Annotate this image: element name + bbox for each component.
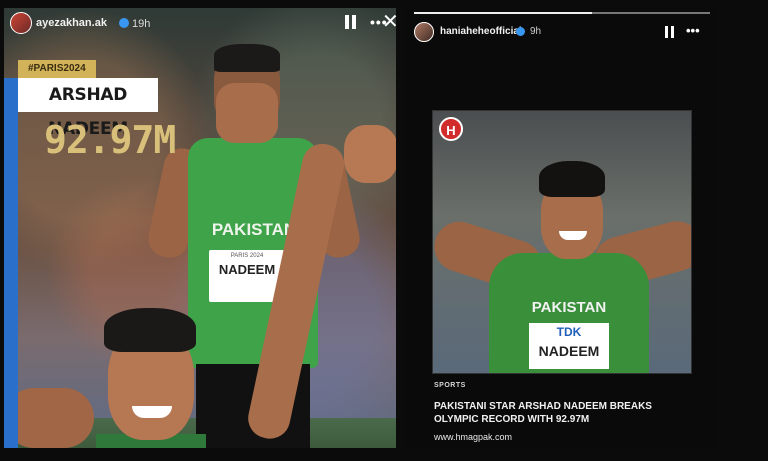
verified-badge-icon: [119, 18, 129, 28]
story-progress-fill: [414, 12, 592, 14]
category-label: SPORTS: [434, 382, 466, 389]
pause-icon[interactable]: [664, 26, 676, 38]
username[interactable]: ayezakhan.ak: [36, 17, 107, 29]
raised-fist: [344, 125, 396, 183]
athlete-name-banner: ARSHAD NADEEM: [18, 78, 158, 139]
publisher-logo-icon: H: [439, 117, 463, 141]
more-options-icon[interactable]: •••: [686, 23, 700, 38]
bib-name: NADEEM: [538, 343, 600, 359]
pause-icon[interactable]: [344, 15, 358, 29]
username[interactable]: haniaheheofficial: [440, 26, 522, 37]
bib-name: NADEEM: [218, 262, 276, 277]
verified-badge-icon: [516, 27, 525, 36]
athlete-celebrating: [4, 140, 348, 448]
result-distance: 92.97M: [44, 118, 176, 162]
shared-post-image[interactable]: PAKISTAN TDK NADEEM H: [432, 110, 692, 374]
bib-sponsor: TDK: [556, 325, 582, 339]
story-time: 19h: [132, 18, 151, 30]
headline: PAKISTANI STAR ARSHAD NADEEM BREAKS OLYM…: [434, 401, 652, 425]
hands-over-face: [216, 83, 278, 143]
story-progress-bar: [414, 12, 710, 14]
left-story[interactable]: PAKISTAN PARIS 2024 NADEEM #PARIS2024 AR…: [4, 8, 396, 448]
right-story[interactable]: haniaheheofficial 9h ••• PAKISTAN TDK NA…: [406, 8, 718, 448]
paris-tag: #PARIS2024: [18, 60, 96, 78]
bib-event-text: PARIS 2024: [230, 253, 264, 259]
blue-stripe: [4, 78, 18, 448]
close-icon[interactable]: ✕: [382, 12, 399, 32]
jersey-text: PAKISTAN: [531, 299, 607, 316]
story-time: 9h: [530, 26, 542, 37]
left-story-header: ayezakhan.ak 19h ••• ✕: [4, 12, 399, 38]
source-link[interactable]: www.hmagpak.com: [434, 432, 512, 442]
right-story-header: haniaheheofficial 9h •••: [406, 20, 718, 46]
avatar[interactable]: [10, 12, 32, 34]
avatar[interactable]: [414, 22, 434, 42]
